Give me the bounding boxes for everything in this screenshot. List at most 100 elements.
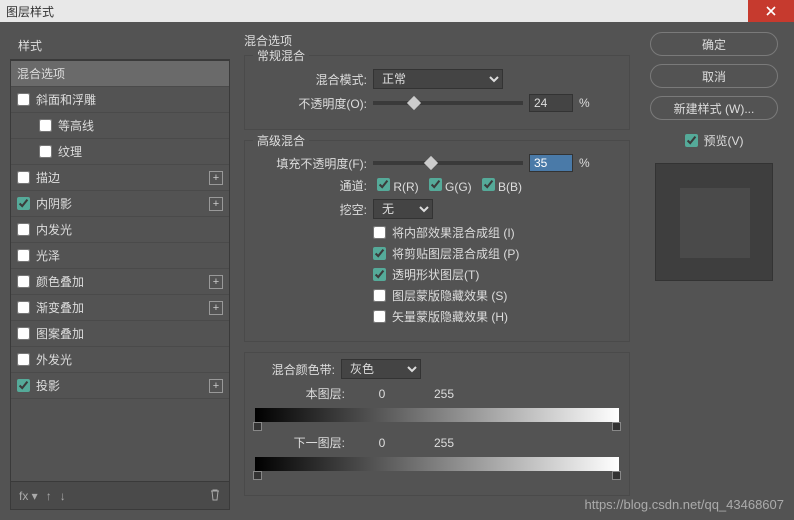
preview-box	[655, 163, 773, 281]
style-row-2[interactable]: 等高线	[11, 113, 229, 139]
style-row-11[interactable]: 外发光	[11, 347, 229, 373]
style-checkbox[interactable]	[17, 171, 30, 184]
options-panel: 混合选项 常规混合 混合模式: 正常 不透明度(O): % 高级混合 填充不透明…	[240, 32, 634, 510]
adv-option-checkbox[interactable]	[373, 268, 386, 281]
style-checkbox[interactable]	[17, 249, 30, 262]
style-checkbox[interactable]	[17, 275, 30, 288]
fill-opacity-unit: %	[579, 156, 590, 170]
style-row-9[interactable]: 渐变叠加+	[11, 295, 229, 321]
style-row-4[interactable]: 描边 +	[11, 165, 229, 191]
adv-option-checkbox[interactable]	[373, 226, 386, 239]
fx-menu[interactable]: fx ▾	[19, 489, 38, 503]
new-style-button[interactable]: 新建样式 (W)...	[650, 96, 778, 120]
fill-opacity-label: 填充不透明度(F):	[255, 155, 367, 172]
style-checkbox[interactable]	[17, 301, 30, 314]
move-down-icon[interactable]: ↓	[60, 489, 66, 503]
channel-r[interactable]: R(R)	[377, 178, 419, 194]
under-layer-gradient[interactable]	[255, 457, 619, 471]
style-checkbox[interactable]	[17, 197, 30, 210]
opacity-slider[interactable]	[373, 95, 523, 111]
this-layer-label: 本图层:	[255, 385, 345, 402]
adv-option-checkbox[interactable]	[373, 247, 386, 260]
style-label: 图案叠加	[36, 325, 84, 342]
style-checkbox[interactable]	[39, 119, 52, 132]
this-layer-low: 0	[357, 387, 407, 401]
adv-option-3[interactable]: 图层蒙版隐藏效果 (S)	[255, 287, 619, 304]
styles-list: 混合选项斜面和浮雕等高线纹理描边+内阴影+内发光光泽颜色叠加+渐变叠加+图案叠加…	[10, 60, 230, 482]
style-label: 纹理	[58, 143, 82, 160]
blend-mode-select[interactable]: 正常	[373, 69, 503, 89]
knockout-label: 挖空:	[317, 201, 367, 218]
close-icon	[766, 6, 776, 16]
styles-footer: fx ▾ ↑ ↓	[10, 482, 230, 510]
add-effect-icon[interactable]: +	[209, 275, 223, 289]
style-row-8[interactable]: 颜色叠加+	[11, 269, 229, 295]
adv-option-label: 矢量蒙版隐藏效果 (H)	[392, 308, 508, 325]
adv-option-1[interactable]: 将剪贴图层混合成组 (P)	[255, 245, 619, 262]
close-button[interactable]	[748, 0, 794, 22]
style-checkbox[interactable]	[17, 93, 30, 106]
style-label: 内发光	[36, 221, 72, 238]
style-checkbox[interactable]	[17, 353, 30, 366]
style-row-3[interactable]: 纹理	[11, 139, 229, 165]
adv-option-0[interactable]: 将内部效果混合成组 (I)	[255, 224, 619, 241]
blend-if-group: 混合颜色带: 灰色 本图层: 0 255 下一图层: 0 255	[244, 352, 630, 496]
style-row-12[interactable]: 投影 +	[11, 373, 229, 399]
preview-checkbox[interactable]: 预览(V)	[685, 132, 744, 149]
blend-if-label: 混合颜色带:	[255, 361, 335, 378]
adv-option-4[interactable]: 矢量蒙版隐藏效果 (H)	[255, 308, 619, 325]
add-effect-icon[interactable]: +	[209, 171, 223, 185]
style-checkbox[interactable]	[17, 379, 30, 392]
window-title: 图层样式	[6, 3, 54, 20]
style-row-5[interactable]: 内阴影+	[11, 191, 229, 217]
add-effect-icon[interactable]: +	[209, 301, 223, 315]
under-layer-high: 255	[419, 436, 469, 450]
under-layer-label: 下一图层:	[255, 434, 345, 451]
opacity-input[interactable]	[529, 94, 573, 112]
channels-label: 通道:	[317, 177, 367, 194]
add-effect-icon[interactable]: +	[209, 379, 223, 393]
cancel-button[interactable]: 取消	[650, 64, 778, 88]
blend-if-select[interactable]: 灰色	[341, 359, 421, 379]
adv-option-checkbox[interactable]	[373, 310, 386, 323]
adv-option-label: 将剪贴图层混合成组 (P)	[392, 245, 519, 262]
style-checkbox[interactable]	[17, 223, 30, 236]
opacity-unit: %	[579, 96, 590, 110]
adv-option-label: 将内部效果混合成组 (I)	[392, 224, 515, 241]
style-row-6[interactable]: 内发光	[11, 217, 229, 243]
titlebar: 图层样式	[0, 0, 794, 22]
style-label: 外发光	[36, 351, 72, 368]
group-title: 常规混合	[253, 47, 309, 64]
style-label: 投影	[36, 377, 60, 394]
adv-option-2[interactable]: 透明形状图层(T)	[255, 266, 619, 283]
style-label: 光泽	[36, 247, 60, 264]
style-label: 描边	[36, 169, 60, 186]
add-effect-icon[interactable]: +	[209, 197, 223, 211]
under-layer-low: 0	[357, 436, 407, 450]
channel-g[interactable]: G(G)	[429, 178, 472, 194]
advanced-blending-group: 高级混合 填充不透明度(F): % 通道: R(R) G(G) B(B) 挖空:…	[244, 140, 630, 342]
style-label: 斜面和浮雕	[36, 91, 96, 108]
style-row-1[interactable]: 斜面和浮雕	[11, 87, 229, 113]
fill-opacity-input[interactable]	[529, 154, 573, 172]
style-row-0[interactable]: 混合选项	[11, 61, 229, 87]
channel-b[interactable]: B(B)	[482, 178, 522, 194]
knockout-select[interactable]: 无	[373, 199, 433, 219]
style-row-7[interactable]: 光泽	[11, 243, 229, 269]
styles-header: 样式	[10, 32, 230, 60]
style-checkbox[interactable]	[39, 145, 52, 158]
ok-button[interactable]: 确定	[650, 32, 778, 56]
adv-option-checkbox[interactable]	[373, 289, 386, 302]
this-layer-gradient[interactable]	[255, 408, 619, 422]
adv-option-label: 图层蒙版隐藏效果 (S)	[392, 287, 507, 304]
this-layer-high: 255	[419, 387, 469, 401]
watermark: https://blog.csdn.net/qq_43468607	[585, 497, 785, 512]
trash-icon[interactable]	[209, 488, 221, 504]
style-label: 混合选项	[17, 65, 65, 82]
group-title: 高级混合	[253, 132, 309, 149]
style-row-10[interactable]: 图案叠加	[11, 321, 229, 347]
style-checkbox[interactable]	[17, 327, 30, 340]
blend-mode-label: 混合模式:	[255, 71, 367, 88]
move-up-icon[interactable]: ↑	[46, 489, 52, 503]
fill-opacity-slider[interactable]	[373, 155, 523, 171]
